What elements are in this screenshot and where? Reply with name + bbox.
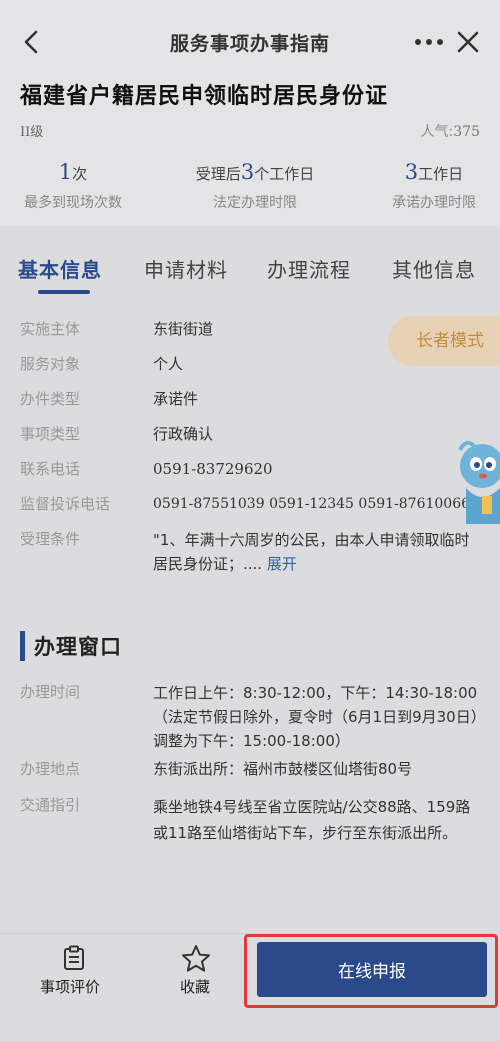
tab-basic-info[interactable]: 基本信息 <box>18 254 102 283</box>
evaluate-button[interactable]: 事项评价 <box>40 976 100 997</box>
stat-legal-unit: 个工作日 <box>254 165 315 183</box>
window-section-title: 办理窗口 <box>34 635 122 659</box>
stat-visits-number: 1 <box>58 160 73 184</box>
popularity-label: 人气: <box>420 124 454 140</box>
window-key: 办理地点 <box>20 760 81 778</box>
back-arrow-icon[interactable] <box>18 26 46 58</box>
popularity: 人气:375 <box>421 121 480 141</box>
stat-promise-time: 3工作日 承诺办理时限 <box>382 160 486 212</box>
section-marker <box>20 631 25 661</box>
favorite-button[interactable]: 收藏 <box>180 976 210 997</box>
elder-mode-button[interactable]: 长者模式 <box>388 316 500 366</box>
stat-visits-unit: 次 <box>72 165 88 183</box>
acceptance-conditions-value: "1、年满十六周岁的公民，由本人申请领取临时居民身份证；.... 展开 <box>153 528 483 576</box>
tab-materials[interactable]: 申请材料 <box>144 254 228 283</box>
stat-promise-label: 承诺办理时限 <box>392 195 476 211</box>
window-key: 交通指引 <box>20 796 81 814</box>
window-key: 办理时间 <box>20 683 81 701</box>
nav-title: 服务事项办事指南 <box>169 32 330 55</box>
close-icon[interactable] <box>452 26 484 58</box>
acceptance-conditions-text: "1、年满十六周岁的公民，由本人申请领取临时居民身份证；.... <box>153 531 470 573</box>
stat-visits: 1次 最多到现场次数 <box>18 160 128 212</box>
stat-promise-unit: 工作日 <box>418 165 464 183</box>
info-key: 监督投诉电话 <box>20 495 111 513</box>
stat-legal-number: 3 <box>240 160 255 184</box>
tab-other-info[interactable]: 其他信息 <box>392 254 476 283</box>
stat-legal-pre: 受理后 <box>195 165 241 183</box>
tab-bar: 基本信息 申请材料 办理流程 其他信息 <box>0 238 500 296</box>
stat-legal-time: 受理后3个工作日 法定办理时限 <box>190 160 320 212</box>
info-key: 服务对象 <box>20 355 81 373</box>
item-title: 福建省户籍居民申领临时居民身份证 <box>20 84 389 109</box>
online-apply-button[interactable]: 在线申报 <box>257 942 487 997</box>
info-key: 联系电话 <box>20 460 81 478</box>
info-value: 行政确认 <box>153 425 214 443</box>
info-key: 办件类型 <box>20 390 81 408</box>
info-value: 承诺件 <box>153 390 199 408</box>
info-key: 事项类型 <box>20 425 81 443</box>
item-level: II级 <box>20 125 44 140</box>
more-dots-icon[interactable] <box>412 28 446 56</box>
active-tab-indicator <box>38 290 90 294</box>
stat-promise-number: 3 <box>404 160 419 184</box>
phone-value[interactable]: 0591-83729620 <box>153 458 483 480</box>
complaint-phone-value[interactable]: 0591-87551039 0591-12345 0591-87610066 <box>153 493 483 515</box>
window-value: 工作日上午：8:30-12:00，下午：14:30-18:00（法定节假日除外，… <box>153 684 479 750</box>
window-value: 乘坐地铁4号线至省立医院站/公交88路、159路或11路至仙塔街站下车，步行至东… <box>153 798 471 842</box>
stat-visits-label: 最多到现场次数 <box>24 195 122 211</box>
info-key: 实施主体 <box>20 320 81 338</box>
expand-link[interactable]: 展开 <box>267 555 297 573</box>
popularity-value: 375 <box>453 124 480 140</box>
clipboard-icon[interactable] <box>62 945 86 971</box>
window-value: 东街派出所：福州市鼓楼区仙塔街80号 <box>153 760 413 778</box>
stat-legal-label: 法定办理时限 <box>213 195 297 211</box>
tab-process[interactable]: 办理流程 <box>267 254 351 283</box>
mascot-icon[interactable] <box>452 436 500 526</box>
star-icon[interactable] <box>181 944 211 972</box>
info-key: 受理条件 <box>20 530 81 548</box>
